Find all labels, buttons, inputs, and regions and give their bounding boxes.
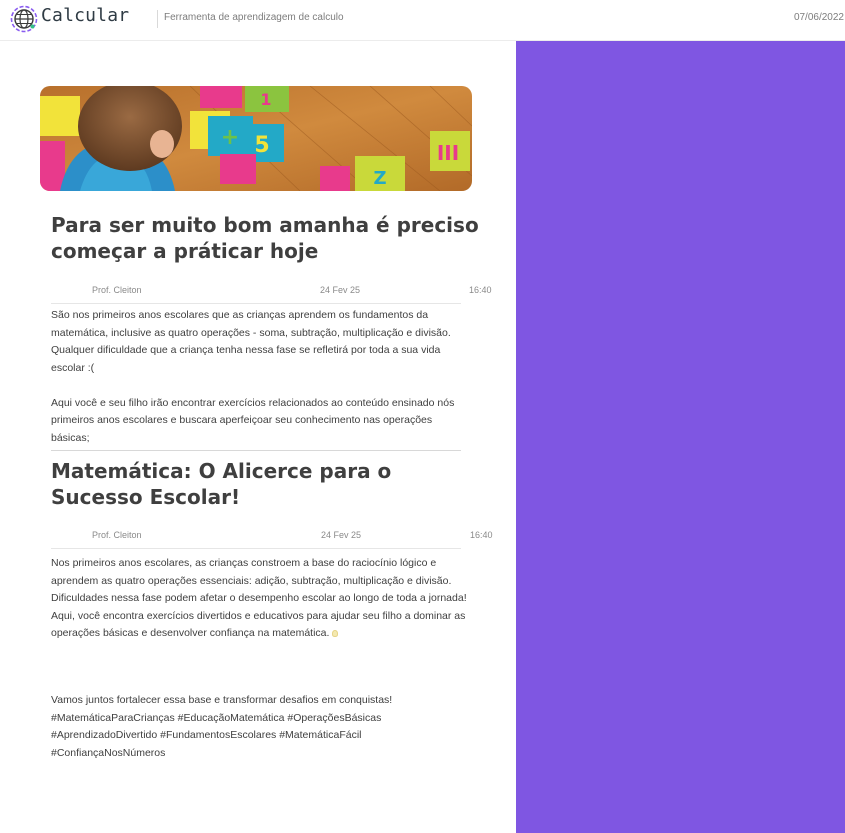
post-title: Para ser muito bom amanha é preciso come… <box>51 213 479 263</box>
post-body: Nos primeiros anos escolares, as criança… <box>51 555 471 643</box>
post-time: 16:40 <box>469 285 492 295</box>
globe-icon[interactable] <box>10 5 38 33</box>
svg-text:+: + <box>221 125 239 150</box>
post-body-closing: Vamos juntos fortalecer essa base e tran… <box>51 694 393 759</box>
post-body-main: Nos primeiros anos escolares, as criança… <box>51 557 467 639</box>
app-logo-text[interactable]: Calcular <box>41 5 129 26</box>
post-title: Matemática: O Alicerce para o Sucesso Es… <box>51 459 392 509</box>
hero-image: 1 + 5 III Z <box>40 86 472 191</box>
post-date: 24 Fev 25 <box>321 530 362 540</box>
header-divider <box>157 10 158 28</box>
post-time: 16:40 <box>470 530 493 540</box>
svg-text:1: 1 <box>260 90 271 109</box>
svg-text:5: 5 <box>254 133 269 158</box>
top-bar: Calcular Ferramenta de aprendizagem de c… <box>0 0 845 41</box>
post-date: 24 Fev 25 <box>320 285 361 295</box>
post-author: Prof. Cleiton <box>92 530 142 540</box>
divider <box>51 303 461 304</box>
light-bulb-icon <box>332 630 339 637</box>
svg-text:Z: Z <box>373 168 386 189</box>
divider <box>51 548 461 549</box>
side-panel <box>516 41 845 833</box>
svg-text:III: III <box>437 141 459 165</box>
post-separator <box>51 450 461 451</box>
header-date: 07/06/2022 <box>793 12 844 23</box>
app-tagline: Ferramenta de aprendizagem de calculo <box>164 12 344 23</box>
post-author: Prof. Cleiton <box>92 285 142 295</box>
post-body: São nos primeiros anos escolares que as … <box>51 309 455 444</box>
